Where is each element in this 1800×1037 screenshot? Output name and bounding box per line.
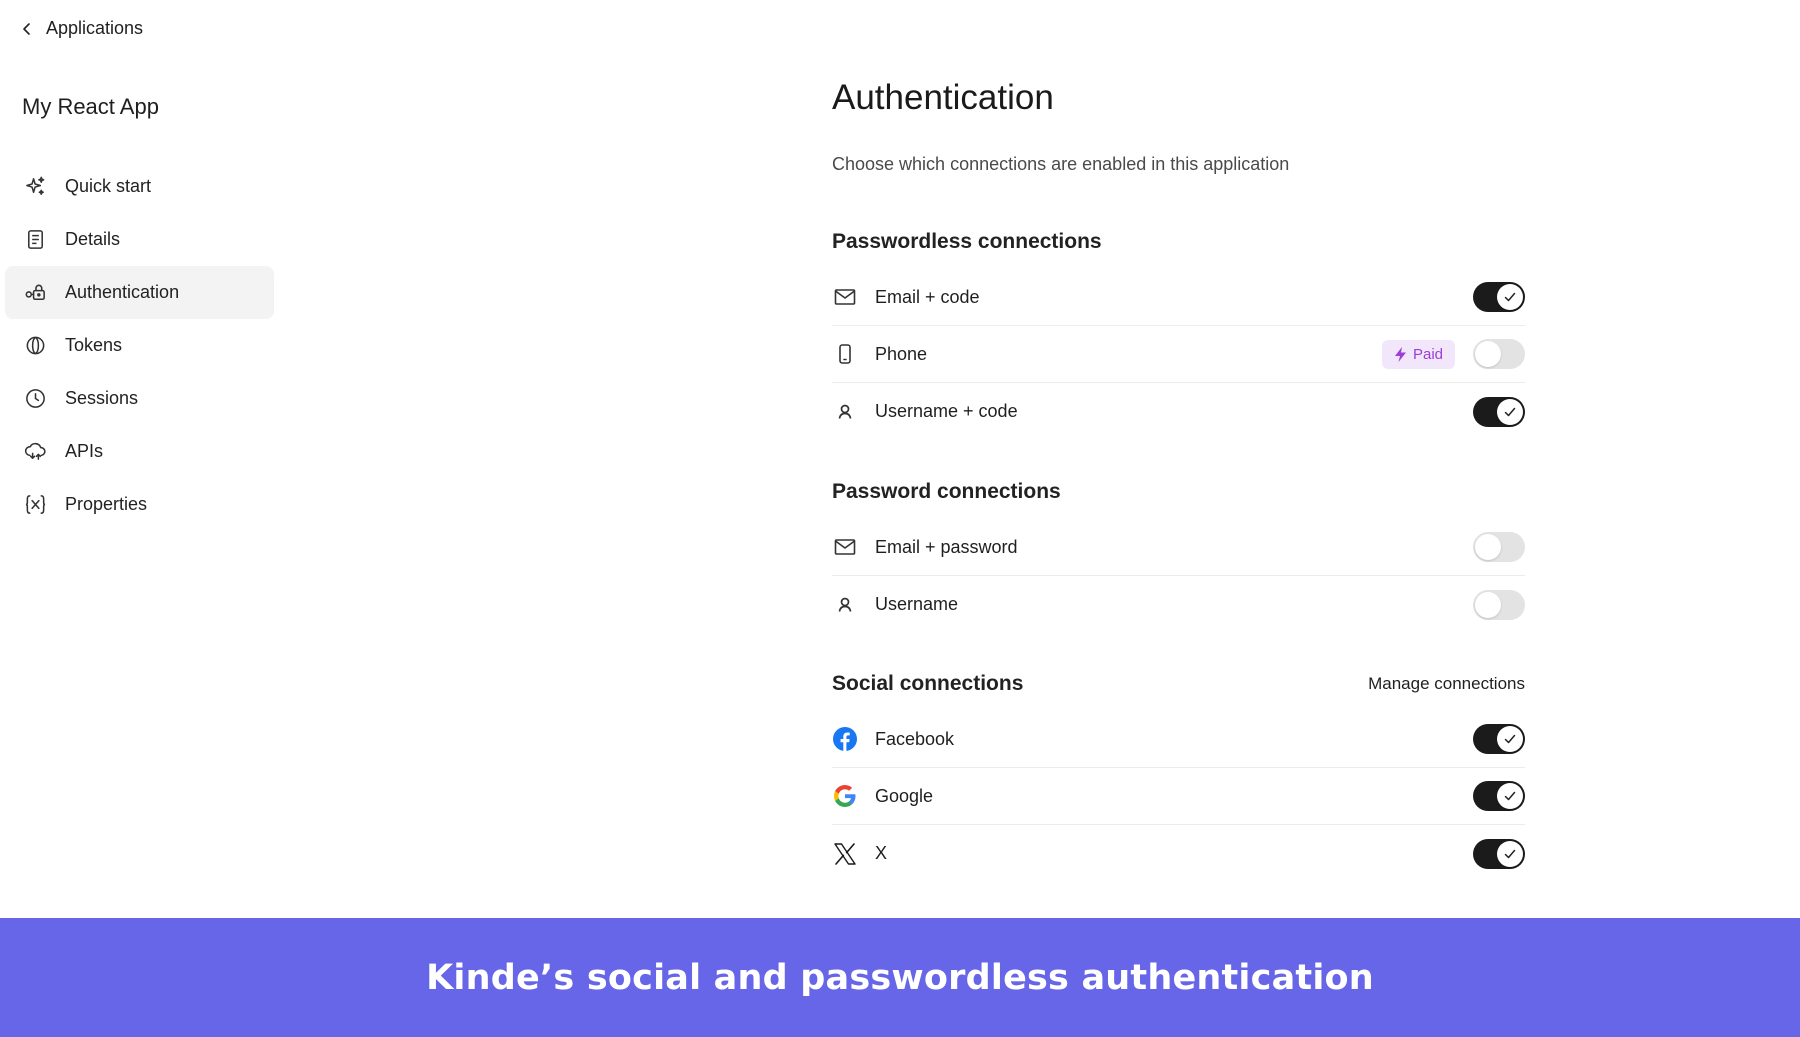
mail-icon — [832, 534, 858, 560]
sidebar-item-label: Tokens — [65, 335, 123, 355]
facebook-toggle[interactable] — [1473, 724, 1525, 754]
sidebar-item-label: Details — [65, 229, 121, 249]
app-window: Applications My React App Quick start De… — [0, 0, 1800, 918]
google-toggle[interactable] — [1473, 781, 1525, 811]
check-icon — [1504, 734, 1516, 744]
phone-icon — [832, 341, 858, 367]
cloud-sync-icon — [23, 440, 47, 464]
connection-row-username: Username — [832, 576, 1525, 633]
google-icon — [832, 783, 858, 809]
connection-label: Username + code — [875, 401, 1018, 421]
sidebar-item-details[interactable]: Details — [5, 213, 274, 266]
variable-icon — [23, 493, 47, 517]
x-logo-icon — [832, 841, 858, 867]
connection-row-x: X — [832, 825, 1525, 882]
sidebar-item-quick-start[interactable]: Quick start — [5, 160, 274, 213]
sidebar-item-label: Authentication — [65, 282, 180, 302]
chevron-left-icon — [23, 22, 30, 35]
section-title: Password connections — [832, 480, 1061, 503]
facebook-icon — [832, 726, 858, 752]
caption-banner: Kinde’s social and passwordless authenti… — [0, 918, 1800, 1037]
page-subtitle: Choose which connections are enabled in … — [832, 154, 1290, 174]
connection-label: X — [875, 843, 888, 863]
user-icon — [832, 592, 858, 618]
lightning-icon — [1394, 346, 1406, 362]
connection-row-username-code: Username + code — [832, 383, 1525, 440]
sidebar-item-label: Sessions — [65, 388, 139, 408]
username-toggle[interactable] — [1473, 589, 1525, 620]
social-connections-section: Social connections Manage connections Fa… — [832, 669, 1525, 882]
email-code-toggle[interactable] — [1473, 282, 1525, 312]
main-header: Authentication Choose which connections … — [832, 78, 1525, 175]
connection-row-facebook: Facebook — [832, 711, 1525, 768]
sidebar-item-apis[interactable]: APIs — [5, 425, 274, 478]
connection-row-google: Google — [832, 768, 1525, 825]
sidebar-item-label: Properties — [65, 494, 148, 514]
page-title: Authentication — [832, 78, 1054, 117]
sidebar-nav: Quick start Details Authentication Token… — [5, 160, 274, 531]
password-connections-section: Password connections Email + password Us… — [832, 477, 1525, 633]
paid-badge-label: Paid — [1412, 345, 1443, 363]
check-icon — [1504, 791, 1516, 801]
document-icon — [23, 228, 47, 252]
back-to-applications-link[interactable]: Applications — [20, 18, 143, 39]
sidebar-item-label: APIs — [65, 441, 104, 461]
connection-label: Username — [875, 594, 959, 614]
check-icon — [1504, 407, 1516, 416]
caption-text: Kinde’s social and passwordless authenti… — [426, 957, 1374, 998]
token-icon — [23, 334, 47, 358]
passwordless-connections-section: Passwordless connections Email + code Ph… — [832, 227, 1525, 440]
connection-label: Email + code — [875, 286, 980, 307]
email-password-toggle[interactable] — [1473, 532, 1525, 562]
connection-row-email-password: Email + password — [832, 519, 1525, 576]
section-title: Social connections — [832, 672, 1024, 695]
connection-label: Phone — [875, 343, 928, 364]
mail-icon — [832, 284, 858, 310]
check-icon — [1504, 292, 1516, 302]
check-icon — [1504, 849, 1516, 858]
connection-label: Facebook — [875, 728, 955, 749]
connection-label: Google — [875, 785, 934, 806]
section-title: Passwordless connections — [832, 230, 1102, 253]
phone-toggle[interactable] — [1473, 339, 1525, 369]
connection-row-email-code: Email + code — [832, 269, 1525, 326]
x-toggle[interactable] — [1473, 838, 1525, 869]
clock-icon — [23, 387, 47, 411]
sidebar-item-properties[interactable]: Properties — [5, 478, 274, 531]
username-code-toggle[interactable] — [1473, 396, 1525, 427]
connection-row-phone: Phone Paid — [832, 326, 1525, 383]
paid-badge: Paid — [1381, 339, 1455, 369]
back-label: Applications — [46, 18, 144, 38]
key-lock-icon — [23, 281, 47, 305]
sidebar-item-authentication[interactable]: Authentication — [5, 266, 274, 319]
app-title: My React App — [22, 94, 159, 119]
sparkles-icon — [23, 175, 47, 199]
sidebar-item-label: Quick start — [65, 176, 152, 196]
manage-connections-link[interactable]: Manage connections — [1368, 674, 1525, 694]
connection-label: Email + password — [875, 536, 1018, 557]
user-icon — [832, 399, 858, 425]
sidebar-item-sessions[interactable]: Sessions — [5, 372, 274, 425]
sidebar-item-tokens[interactable]: Tokens — [5, 319, 274, 372]
